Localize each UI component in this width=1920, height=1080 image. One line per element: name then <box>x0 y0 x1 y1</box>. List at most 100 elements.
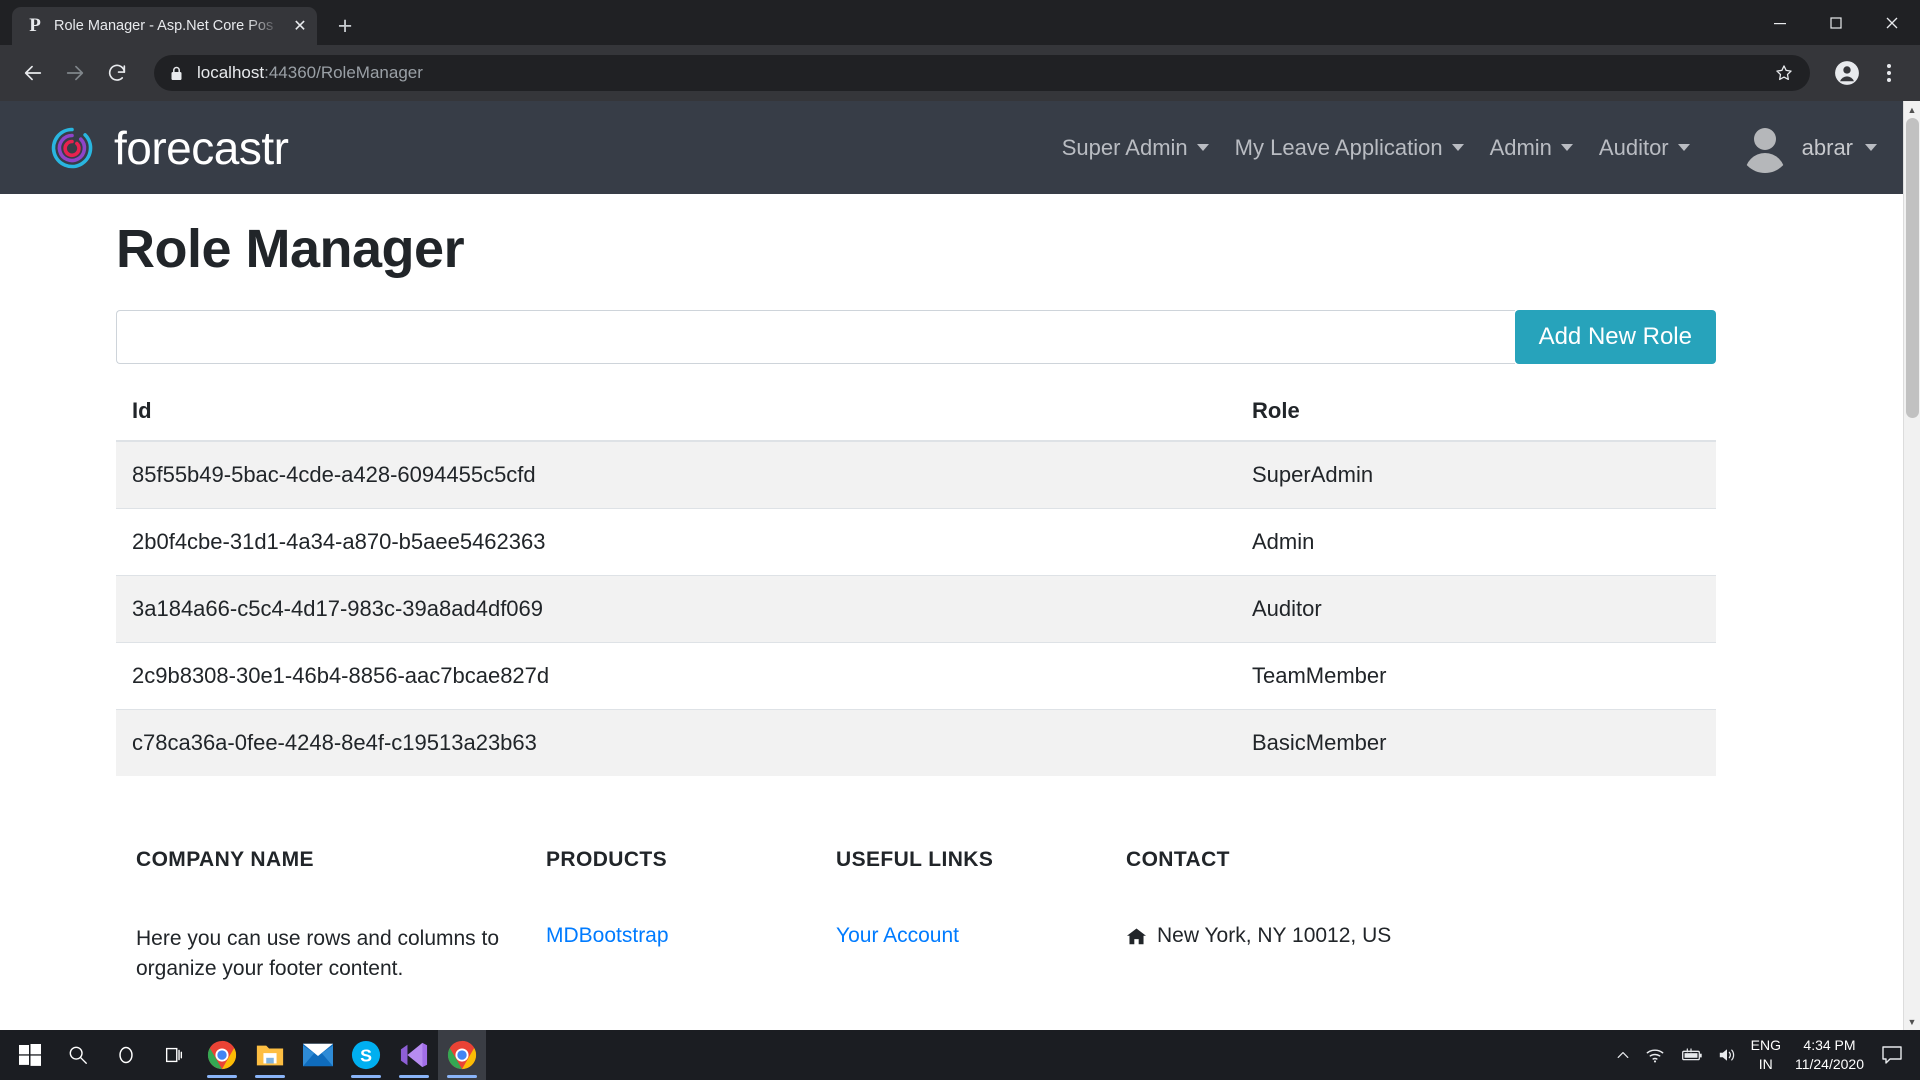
browser-tab-strip: P Role Manager - Asp.Net Core Pos ✕ + <box>0 0 1920 45</box>
page-title: Role Manager <box>116 219 465 279</box>
brand-logo[interactable]: forecastr <box>48 121 289 175</box>
cell-role: Auditor <box>1236 575 1716 643</box>
scrollbar-thumb[interactable] <box>1906 118 1919 418</box>
cell-id: c78ca36a-0fee-4248-8e4f-c19513a23b63 <box>116 709 1236 776</box>
nav-item-label: Admin <box>1489 134 1552 160</box>
maximize-button[interactable] <box>1808 0 1864 45</box>
file-explorer-taskbar-item[interactable] <box>246 1030 294 1080</box>
roles-table-body: 85f55b49-5bac-4cde-a428-6094455c5cfd Sup… <box>116 440 1716 776</box>
clock[interactable]: 4:34 PM 11/24/2020 <box>1795 1036 1864 1074</box>
lock-icon <box>170 66 183 81</box>
cortana-button[interactable] <box>102 1030 150 1080</box>
taskbar-running-indicator <box>447 1075 477 1078</box>
task-view-button[interactable] <box>150 1030 198 1080</box>
site-navbar: forecastr Super Admin My Leave Applicati… <box>0 101 1903 194</box>
cell-id: 3a184a66-c5c4-4d17-983c-39a8ad4df069 <box>116 575 1236 643</box>
nav-item-auditor[interactable]: Auditor <box>1599 135 1690 161</box>
home-icon <box>1126 927 1147 946</box>
url-path: :44360/RoleManager <box>264 63 423 82</box>
chrome-taskbar-item[interactable] <box>198 1030 246 1080</box>
nav-item-label: My Leave Application <box>1234 134 1443 160</box>
close-button[interactable] <box>1864 0 1920 45</box>
browser-window: P Role Manager - Asp.Net Core Pos ✕ + lo… <box>0 0 1920 1030</box>
address-bar-actions <box>1774 63 1794 83</box>
tab-close-icon[interactable]: ✕ <box>291 17 309 35</box>
site-nav-links: Super Admin My Leave Application Admin A… <box>1062 123 1877 173</box>
profile-avatar-icon[interactable] <box>1830 56 1864 90</box>
table-row[interactable]: c78ca36a-0fee-4248-8e4f-c19513a23b63 Bas… <box>116 709 1716 776</box>
scroll-down-arrow-icon[interactable]: ▼ <box>1904 1013 1920 1030</box>
vscode-taskbar-item[interactable] <box>390 1030 438 1080</box>
browser-tab[interactable]: P Role Manager - Asp.Net Core Pos ✕ <box>12 7 317 45</box>
role-name-input[interactable] <box>116 310 1515 364</box>
url-host: localhost <box>197 63 265 82</box>
user-menu[interactable]: abrar <box>1740 123 1877 173</box>
nav-item-admin[interactable]: Admin <box>1490 135 1573 161</box>
footer-columns: COMPANY NAME Here you can use rows and c… <box>136 848 1791 985</box>
user-name: abrar <box>1801 134 1853 160</box>
cell-id: 2b0f4cbe-31d1-4a34-a870-b5aee5462363 <box>116 508 1236 576</box>
table-row[interactable]: 2b0f4cbe-31d1-4a34-a870-b5aee5462363 Adm… <box>116 508 1716 576</box>
clock-date: 11/24/2020 <box>1794 1056 1864 1072</box>
table-row[interactable]: 2c9b8308-30e1-46b4-8856-aac7bcae827d Tea… <box>116 642 1716 710</box>
taskbar-running-indicator <box>351 1075 381 1078</box>
wifi-icon[interactable] <box>1645 1046 1665 1064</box>
avatar <box>1740 123 1790 173</box>
roles-table-head: Id Role <box>116 386 1716 442</box>
site-footer: COMPANY NAME Here you can use rows and c… <box>56 848 1847 985</box>
brand-name: forecastr <box>114 121 289 174</box>
scroll-up-arrow-icon[interactable]: ▲ <box>1904 101 1920 118</box>
chevron-up-icon[interactable] <box>1615 1047 1631 1063</box>
notification-icon[interactable] <box>1878 1041 1906 1069</box>
nav-item-super-admin[interactable]: Super Admin <box>1062 135 1209 161</box>
window-controls <box>1752 0 1920 45</box>
back-arrow-icon[interactable] <box>14 54 52 92</box>
scrollbar-track[interactable] <box>1904 118 1920 1013</box>
forecastr-spiral-icon <box>48 124 96 172</box>
footer-column-products: PRODUCTS MDBootstrap <box>546 848 836 985</box>
footer-address-text: New York, NY 10012, US <box>1157 924 1392 947</box>
footer-link-mdbootstrap[interactable]: MDBootstrap <box>546 924 836 948</box>
new-tab-button[interactable]: + <box>327 8 363 44</box>
tab-favicon-icon: P <box>29 15 41 36</box>
page-scrollbar[interactable]: ▲ ▼ <box>1903 101 1920 1030</box>
system-tray: ENG IN 4:34 PM 11/24/2020 <box>1615 1036 1914 1074</box>
table-row[interactable]: 85f55b49-5bac-4cde-a428-6094455c5cfd Sup… <box>116 440 1716 509</box>
cell-role: Admin <box>1236 508 1716 576</box>
start-button[interactable] <box>6 1030 54 1080</box>
footer-company-text: Here you can use rows and columns to org… <box>136 927 500 981</box>
footer-column-company: COMPANY NAME Here you can use rows and c… <box>136 848 546 985</box>
tab-title: Role Manager - Asp.Net Core Pos <box>54 18 274 34</box>
footer-heading-products: PRODUCTS <box>546 848 668 871</box>
taskbar-running-indicator <box>207 1075 237 1078</box>
taskbar-running-indicator <box>399 1075 429 1078</box>
language-line-2: IN <box>1758 1056 1773 1072</box>
chrome-active-taskbar-item[interactable] <box>438 1030 486 1080</box>
minimize-button[interactable] <box>1752 0 1808 45</box>
add-role-form: Add New Role <box>116 310 1716 364</box>
three-dots-menu-icon[interactable] <box>1872 56 1906 90</box>
forward-arrow-icon[interactable] <box>56 54 94 92</box>
search-button[interactable] <box>54 1030 102 1080</box>
battery-charging-icon[interactable] <box>1679 1047 1703 1063</box>
language-line-1: ENG <box>1750 1037 1781 1054</box>
address-bar[interactable]: localhost:44360/RoleManager <box>154 55 1810 91</box>
footer-column-useful-links: USEFUL LINKS Your Account <box>836 848 1126 985</box>
add-new-role-button[interactable]: Add New Role <box>1514 310 1716 364</box>
address-bar-url: localhost:44360/RoleManager <box>197 63 423 83</box>
skype-taskbar-item[interactable]: S <box>342 1030 390 1080</box>
nav-item-my-leave-application[interactable]: My Leave Application <box>1235 135 1464 161</box>
roles-table: Id Role 85f55b49-5bac-4cde-a428-6094455c… <box>116 386 1716 776</box>
footer-link-your-account[interactable]: Your Account <box>836 924 1126 948</box>
cell-role: SuperAdmin <box>1236 440 1716 509</box>
mail-taskbar-item[interactable] <box>294 1030 342 1080</box>
cell-id: 2c9b8308-30e1-46b4-8856-aac7bcae827d <box>116 642 1236 710</box>
language-indicator[interactable]: ENG IN <box>1751 1036 1781 1074</box>
page-viewport: forecastr Super Admin My Leave Applicati… <box>0 101 1920 1030</box>
reload-icon[interactable] <box>98 54 136 92</box>
cell-role: BasicMember <box>1236 709 1716 776</box>
speaker-icon[interactable] <box>1717 1046 1737 1064</box>
star-icon[interactable] <box>1774 63 1794 83</box>
table-row[interactable]: 3a184a66-c5c4-4d17-983c-39a8ad4df069 Aud… <box>116 575 1716 643</box>
cell-role: TeamMember <box>1236 642 1716 710</box>
